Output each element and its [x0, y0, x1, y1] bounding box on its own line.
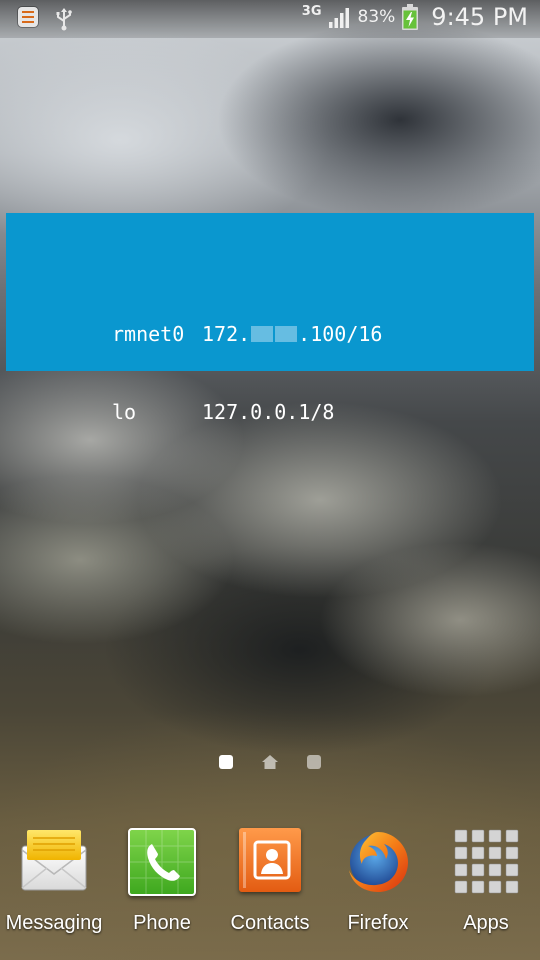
interface-name: rmnet0 [112, 322, 185, 346]
ip-address-suffix: .100/16 [298, 322, 383, 346]
battery-charging-icon [402, 4, 419, 30]
dock-label: Firefox [347, 912, 409, 934]
page-dot-active[interactable] [219, 755, 233, 769]
messaging-icon[interactable] [21, 828, 87, 892]
battery-percent: 83% [357, 7, 396, 27]
home-page-icon[interactable] [261, 753, 279, 771]
apps-grid-icon[interactable] [453, 828, 519, 894]
contacts-icon[interactable] [239, 828, 301, 892]
dock-label: Messaging [5, 912, 103, 934]
page-indicator[interactable] [0, 752, 540, 772]
ip-address-prefix: 172. [202, 322, 251, 346]
ip-address-widget[interactable]: rmnet0 172. .100/16 lo 127.0.0.1/8 [6, 213, 534, 424]
ip-row-lo: lo 127.0.0.1/8 [112, 399, 382, 425]
dock-label: Phone [133, 912, 191, 934]
ip-row-rmnet0: rmnet0 172. .100/16 [112, 321, 382, 347]
dock-label: Apps [463, 912, 509, 934]
ip-address: 172. .100/16 [202, 321, 382, 347]
status-clock: 9:45 PM [431, 3, 528, 31]
notification-icon [18, 7, 38, 27]
redaction-block [275, 326, 298, 342]
dock-label: Contacts [230, 912, 310, 934]
firefox-icon[interactable] [344, 828, 412, 896]
status-bar-left [18, 7, 74, 31]
ip-address-list: rmnet0 172. .100/16 lo 127.0.0.1/8 [112, 269, 382, 477]
app-dock: Messaging Phone Contacts Firefox Apps [0, 826, 540, 956]
usb-icon [56, 8, 72, 31]
phone-handset-icon [130, 830, 194, 894]
network-type-label: 3G [301, 3, 322, 19]
signal-strength-icon [328, 8, 349, 28]
ip-address: 127.0.0.1/8 [202, 400, 335, 424]
page-dot[interactable] [307, 755, 321, 769]
status-bar[interactable]: 3G 83% 9:45 PM [0, 0, 540, 38]
contact-person-icon [243, 832, 291, 888]
status-bar-right: 3G 83% 9:45 PM [302, 3, 528, 31]
redaction-block [251, 326, 274, 342]
interface-name: lo [112, 400, 137, 424]
phone-icon[interactable] [128, 828, 196, 896]
